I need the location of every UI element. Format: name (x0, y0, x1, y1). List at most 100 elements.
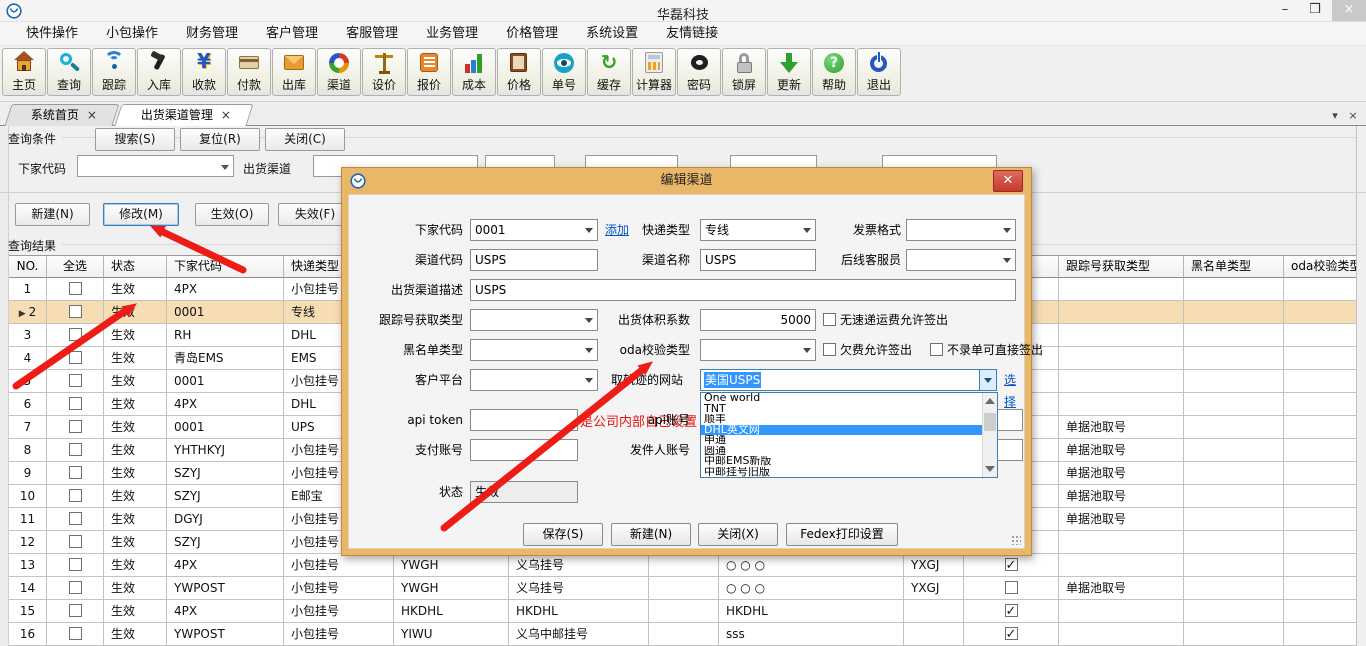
tab-close-icon[interactable]: × (221, 108, 231, 122)
toolbar-button-set-price[interactable]: 设价 (362, 48, 406, 96)
maximize-button[interactable]: ❒ (1300, 0, 1330, 21)
tab-strip-close-icon[interactable]: × (1346, 109, 1360, 123)
track-get-type-combo[interactable] (470, 309, 598, 331)
select-checkbox[interactable] (69, 374, 82, 387)
select-checkbox[interactable] (69, 282, 82, 295)
menu-item[interactable]: 财务管理 (172, 22, 252, 46)
toolbar-button-cost[interactable]: 成本 (452, 48, 496, 96)
grid-header-cell[interactable]: 黑名单类型 (1184, 256, 1284, 278)
select-checkbox[interactable] (69, 466, 82, 479)
menu-item[interactable]: 快件操作 (12, 22, 92, 46)
dialog-save-button[interactable]: 保存(S) (523, 523, 603, 546)
arrears-checkout-checkbox[interactable]: 欠费允许签出 (823, 339, 912, 361)
select-checkbox[interactable] (69, 328, 82, 341)
vendor-code-select[interactable] (77, 155, 234, 177)
select-checkbox[interactable] (69, 627, 82, 640)
grid-vertical-scrollbar[interactable] (1356, 126, 1366, 646)
fedex-print-settings-button[interactable]: Fedex打印设置 (786, 523, 898, 546)
dialog-close-action-button[interactable]: 关闭(X) (698, 523, 778, 546)
toolbar-button-help[interactable]: 帮助 (812, 48, 856, 96)
dropdown-option[interactable]: One world (701, 393, 997, 404)
close-button[interactable]: × (1332, 0, 1366, 21)
toolbar-button-tracking-number[interactable]: 单号 (542, 48, 586, 96)
enable-button[interactable]: 生效(O) (195, 203, 269, 226)
select-checkbox[interactable] (69, 397, 82, 410)
menu-item[interactable]: 价格管理 (492, 22, 572, 46)
tab-1[interactable]: 系统首页× (4, 104, 119, 126)
pay-account-input[interactable] (470, 439, 578, 461)
select-checkbox[interactable] (69, 351, 82, 364)
dropdown-option[interactable]: DHL英文网 (701, 425, 997, 436)
toolbar-button-cache[interactable]: 缓存 (587, 48, 631, 96)
toolbar-button-calculator[interactable]: 计算器 (632, 48, 676, 96)
oda-check-type-combo[interactable] (700, 339, 816, 361)
no-express-fee-checkbox[interactable]: 无速递运费允许签出 (823, 309, 948, 331)
table-row[interactable]: 14生效YWPOST小包挂号YWGH义乌挂号○ ○ ○YXGJ单据池取号 (9, 577, 1356, 600)
select-checkbox[interactable] (69, 305, 82, 318)
backline-agent-combo[interactable] (906, 249, 1016, 271)
dialog-new-button[interactable]: 新建(N) (611, 523, 691, 546)
menu-item[interactable]: 小包操作 (92, 22, 172, 46)
toolbar-button-pay[interactable]: 付款 (227, 48, 271, 96)
row-flag-checkbox[interactable] (1005, 604, 1018, 617)
channel-desc-input[interactable]: USPS (470, 279, 1016, 301)
scroll-thumb[interactable] (984, 413, 996, 431)
blacklist-type-combo[interactable] (470, 339, 598, 361)
row-flag-checkbox[interactable] (1005, 581, 1018, 594)
grid-header-cell[interactable]: 跟踪号获取类型 (1059, 256, 1184, 278)
volume-factor-input[interactable]: 5000 (700, 309, 816, 331)
chevron-down-icon[interactable] (979, 370, 996, 390)
toolbar-button-receive[interactable]: 收款 (182, 48, 226, 96)
modify-button[interactable]: 修改(M) (103, 203, 179, 226)
vendor-code-combo[interactable]: 0001 (470, 219, 598, 241)
toolbar-button-home[interactable]: 主页 (2, 48, 46, 96)
dropdown-option[interactable]: 中邮挂号旧版 (701, 467, 997, 478)
table-row[interactable]: 13生效4PX小包挂号YWGH义乌挂号○ ○ ○YXGJ (9, 554, 1356, 577)
select-checkbox[interactable] (69, 443, 82, 456)
menu-item[interactable]: 客服管理 (332, 22, 412, 46)
choose-link[interactable]: 选择 (1004, 369, 1024, 413)
dropdown-option[interactable]: 顺丰 (701, 414, 997, 425)
channel-code-input[interactable]: USPS (470, 249, 598, 271)
search-button[interactable]: 搜索(S) (95, 128, 175, 151)
select-checkbox[interactable] (69, 420, 82, 433)
dropdown-scrollbar[interactable] (982, 393, 997, 477)
menu-item[interactable]: 业务管理 (412, 22, 492, 46)
select-checkbox[interactable] (69, 558, 82, 571)
grid-header-cell[interactable]: 下家代码 (167, 256, 284, 278)
new-button[interactable]: 新建(N) (15, 203, 90, 226)
row-flag-checkbox[interactable] (1005, 558, 1018, 571)
menu-item[interactable]: 客户管理 (252, 22, 332, 46)
track-site-combo[interactable]: 美国USPS (700, 369, 997, 391)
row-flag-checkbox[interactable] (1005, 627, 1018, 640)
menu-item[interactable]: 友情链接 (652, 22, 732, 46)
grid-header-cell[interactable]: 全选 (47, 256, 104, 278)
api-token-input[interactable] (470, 409, 578, 431)
dialog-close-button[interactable]: ✕ (993, 170, 1023, 192)
select-checkbox[interactable] (69, 512, 82, 525)
dropdown-option[interactable]: 申通 (701, 435, 997, 446)
toolbar-button-quote[interactable]: 报价 (407, 48, 451, 96)
table-row[interactable]: 16生效YWPOST小包挂号YIWU义乌中邮挂号sss (9, 623, 1356, 646)
toolbar-button-outbound[interactable]: 出库 (272, 48, 316, 96)
select-checkbox[interactable] (69, 535, 82, 548)
resize-grip[interactable] (1011, 535, 1021, 545)
dropdown-option[interactable]: 中邮EMS新版 (701, 456, 997, 467)
grid-header-cell[interactable]: NO. (9, 256, 47, 278)
toolbar-button-price[interactable]: 价格 (497, 48, 541, 96)
minimize-button[interactable]: – (1270, 0, 1300, 21)
menu-item[interactable]: 系统设置 (572, 22, 652, 46)
toolbar-button-channel[interactable]: 渠道 (317, 48, 361, 96)
scroll-down-icon[interactable] (985, 466, 995, 472)
tab-list-dropdown-icon[interactable]: ▾ (1328, 109, 1342, 123)
no-record-checkout-checkbox[interactable]: 不录单可直接签出 (930, 339, 1043, 361)
toolbar-button-search[interactable]: 查询 (47, 48, 91, 96)
toolbar-button-lock-screen[interactable]: 锁屏 (722, 48, 766, 96)
toolbar-button-track[interactable]: 跟踪 (92, 48, 136, 96)
scroll-up-icon[interactable] (985, 398, 995, 404)
select-checkbox[interactable] (69, 489, 82, 502)
table-row[interactable]: 15生效4PX小包挂号HKDHLHKDHLHKDHL (9, 600, 1356, 623)
invoice-format-combo[interactable] (906, 219, 1016, 241)
tab-2[interactable]: 出货渠道管理× (114, 104, 253, 126)
dropdown-option[interactable]: TNT (701, 404, 997, 415)
